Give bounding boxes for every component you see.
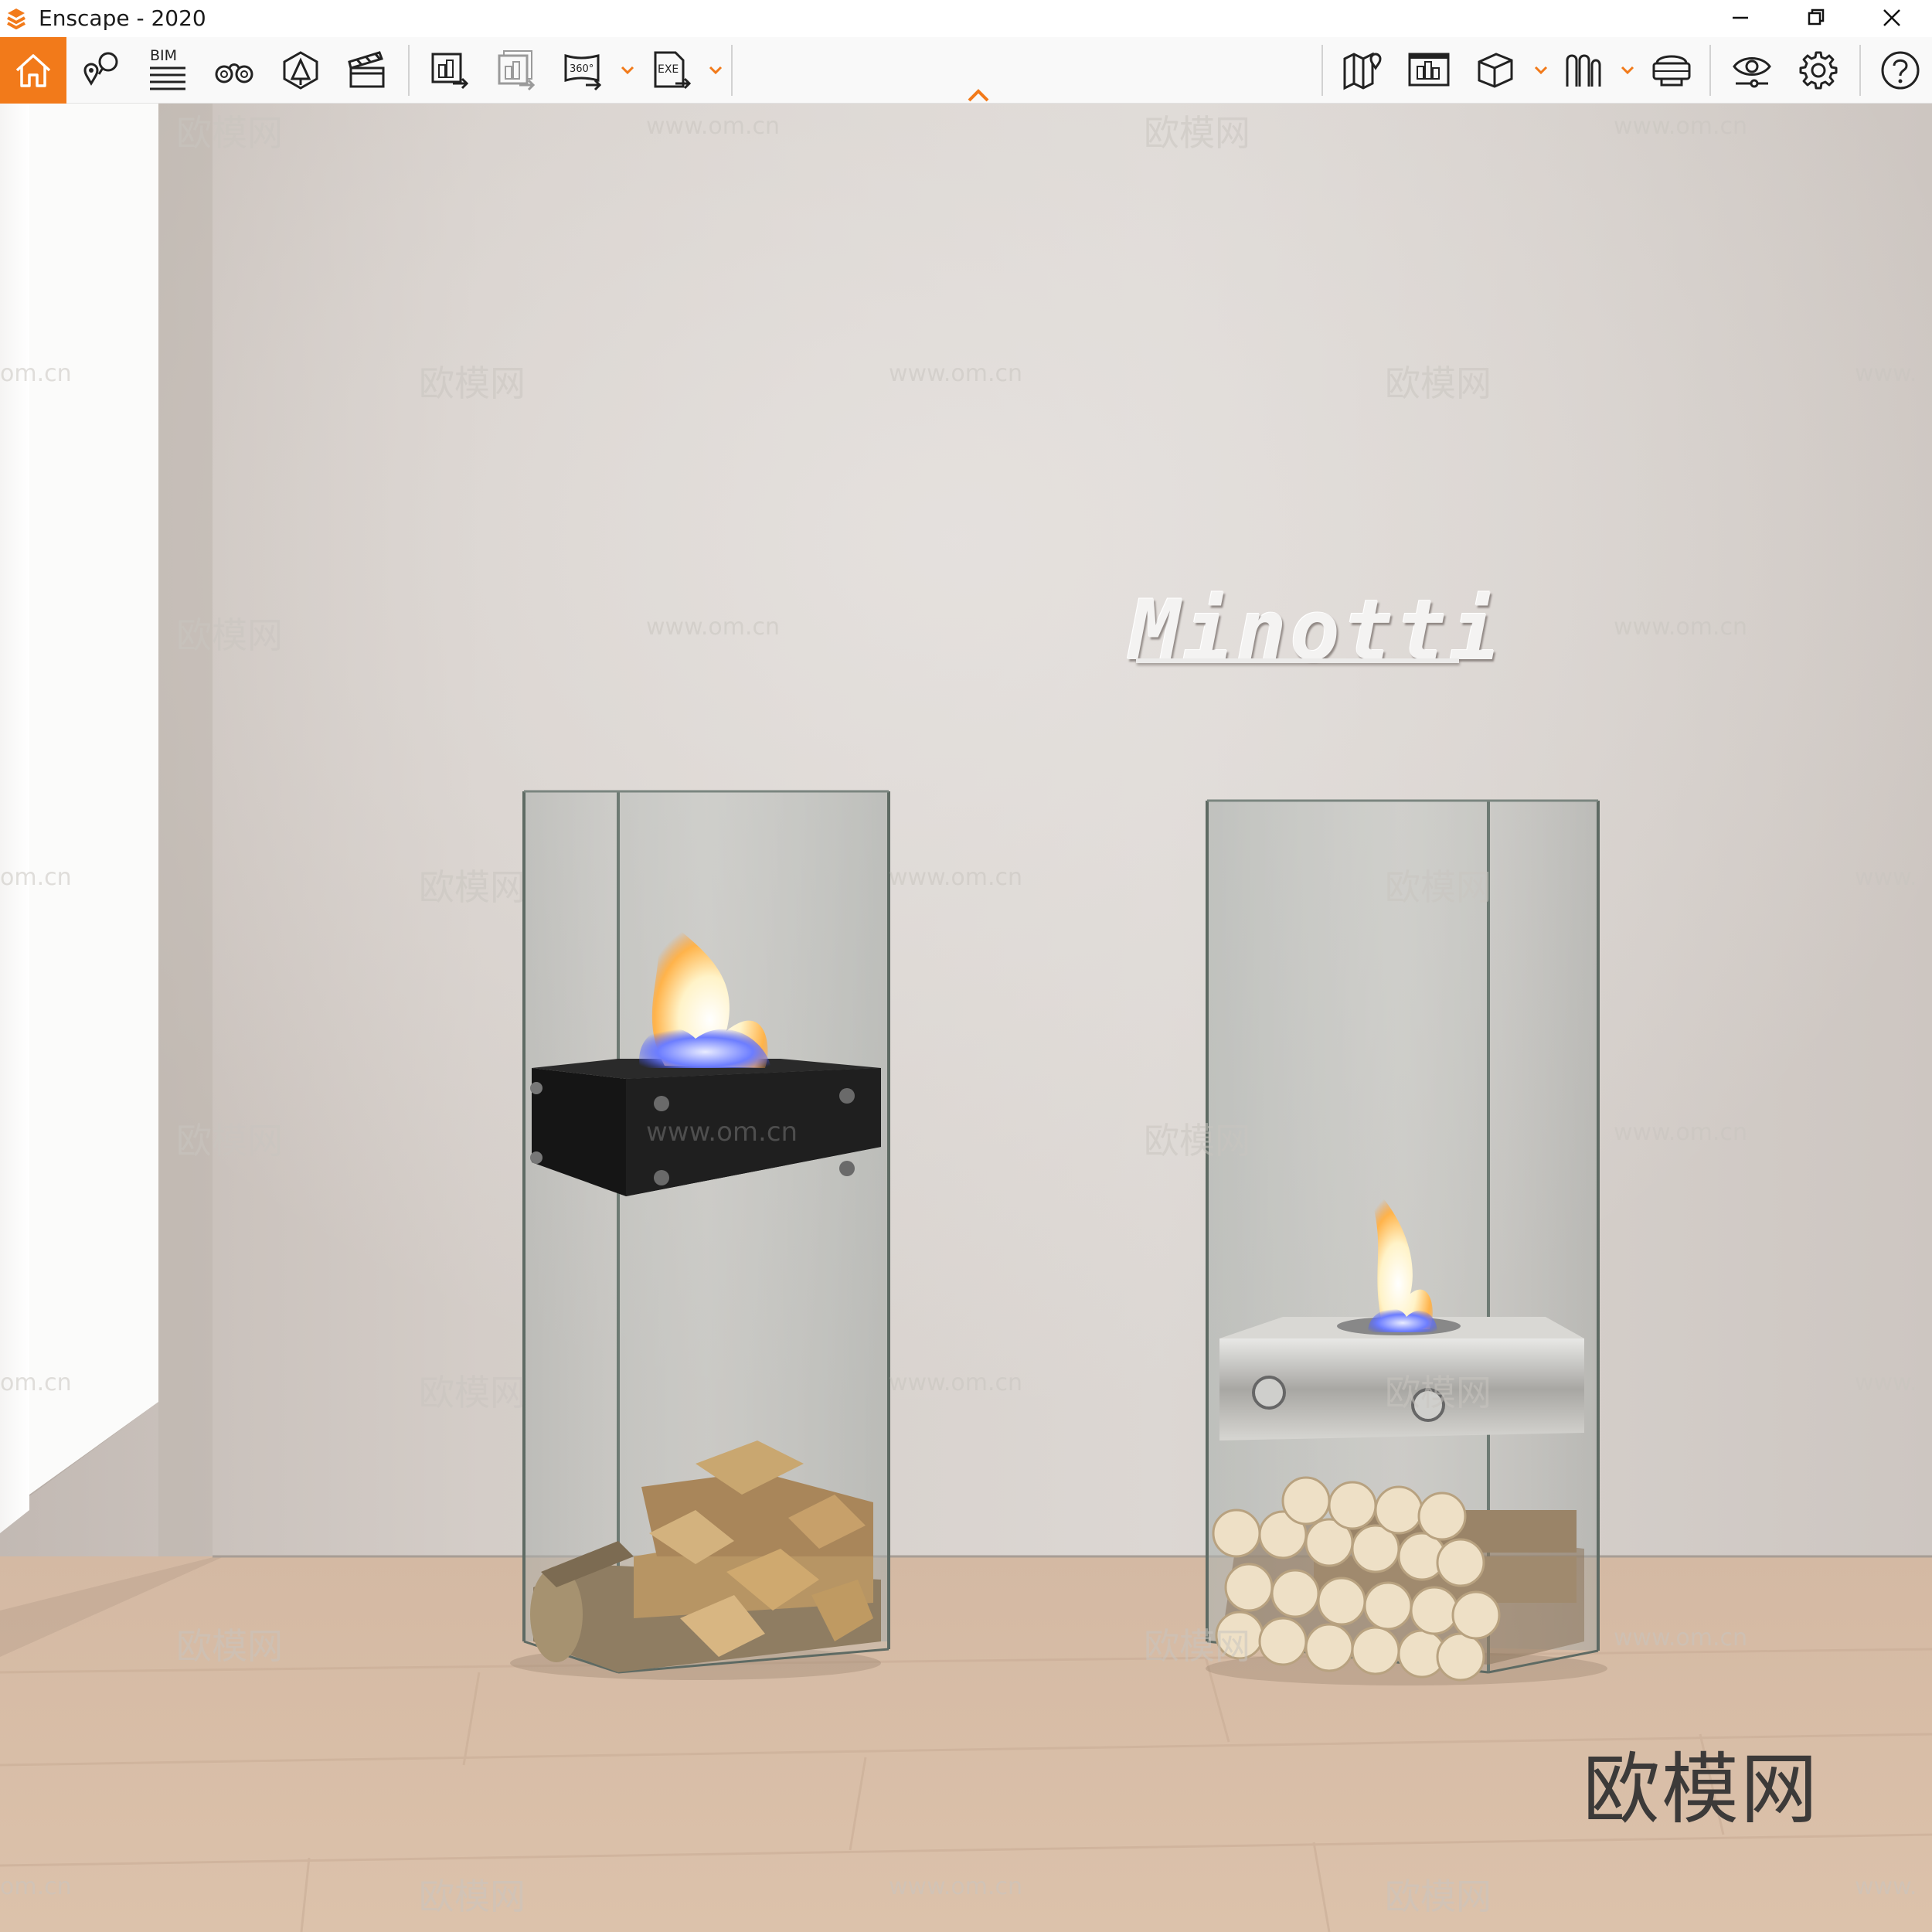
fireplace-plate-watermark: www.om.cn (646, 1117, 798, 1148)
export-image-icon (431, 53, 469, 90)
watermark: www.om.cn (889, 360, 1023, 387)
watermark: 欧模网 (1385, 866, 1492, 908)
watermark: www.om.cn (889, 1873, 1023, 1900)
chevron-down-icon[interactable] (618, 60, 637, 79)
corner-watermark: 欧模网 (1583, 1744, 1819, 1835)
enscape-logo-icon (7, 9, 26, 29)
toolbar-separator (731, 45, 733, 96)
asset-library-button[interactable] (267, 37, 334, 104)
watermark: www.om.cn (889, 864, 1023, 891)
minimize-icon (1733, 16, 1748, 19)
clapperboard-icon (348, 51, 385, 88)
watermark: www.om.cn (1614, 614, 1748, 641)
watermark: www.om.cn (889, 1369, 1023, 1396)
watermark: 欧模网 (1144, 112, 1250, 154)
map-button[interactable] (1329, 37, 1396, 104)
panorama-gallery-button[interactable] (1396, 37, 1462, 104)
walk-mode-button[interactable] (201, 37, 267, 104)
section-icon (1566, 54, 1601, 87)
watermark: 欧模网 (419, 362, 526, 404)
close-icon (1883, 9, 1900, 26)
binoculars-icon (215, 63, 253, 83)
toolbar-separator (1709, 45, 1711, 96)
watermark: 欧模网 (1385, 1876, 1492, 1917)
gallery-icon (1408, 53, 1450, 87)
main-toolbar: BIM 360° EXE (0, 37, 1932, 104)
watermark: 欧模网 (419, 1876, 526, 1917)
bim-list-icon: BIM (150, 49, 185, 90)
watermark: 欧模网 (176, 112, 283, 154)
window-title: Enscape - 2020 (39, 5, 206, 31)
watermark: 欧模网 (176, 614, 283, 656)
watermark: www.om.cn (1614, 1119, 1748, 1146)
watermark: 欧模网 (176, 1625, 283, 1667)
gear-icon (1799, 51, 1838, 90)
chevron-down-icon[interactable] (1618, 60, 1637, 79)
chevron-down-icon[interactable] (706, 60, 725, 79)
eye-icon (1733, 57, 1771, 88)
watermark: www. (1855, 1873, 1917, 1900)
watermark: 欧模网 (176, 1120, 283, 1162)
asset-library-icon (283, 51, 318, 90)
watermark: 欧模网 (1144, 1625, 1250, 1667)
watermark: om.cn (0, 1873, 72, 1900)
watermark: www.om.cn (1614, 1624, 1748, 1651)
watermark: 欧模网 (419, 1372, 526, 1413)
video-editor-button[interactable] (334, 37, 400, 104)
exe-export-icon: EXE (654, 51, 692, 90)
watermark: www. (1855, 864, 1917, 891)
settings-button[interactable] (1785, 37, 1852, 104)
watermark: www.om.cn (646, 113, 781, 140)
map-icon (1343, 52, 1382, 90)
render-viewport[interactable]: www. om.cn Minotti 欧模网 www.om.cn 欧模网 www.… (0, 104, 1932, 1932)
export-image-button[interactable] (417, 37, 484, 104)
right-glass-fireplace (1206, 799, 1607, 1685)
wall-brand-sign: Minotti (1130, 583, 1504, 679)
watermark: 欧模网 (1144, 1120, 1250, 1162)
left-glass-fireplace: www.om.cn (510, 790, 890, 1680)
watermark: 欧模网 (419, 866, 526, 908)
watermark: om.cn (0, 360, 72, 387)
watermark: 欧模网 (1385, 362, 1492, 404)
title-bar: Enscape - 2020 (0, 0, 1932, 37)
toolbar-separator (1859, 45, 1861, 96)
cube-icon (1478, 53, 1513, 88)
panorama-360-icon: 360° (564, 54, 602, 91)
vr-headset-button[interactable] (1638, 37, 1705, 104)
bim-label: BIM (150, 49, 177, 64)
location-pins-icon (83, 52, 118, 86)
watermark: om.cn (0, 1369, 72, 1396)
vr-headset-icon (1652, 55, 1691, 87)
watermark: 欧模网 (1385, 1372, 1492, 1413)
chevron-down-icon[interactable] (1532, 60, 1550, 79)
toolbar-separator (408, 45, 410, 96)
views-cube-button[interactable] (1462, 37, 1529, 104)
watermark: www. (1855, 1369, 1917, 1396)
section-button[interactable] (1550, 37, 1617, 104)
restore-button[interactable] (1779, 0, 1853, 36)
views-button[interactable] (68, 37, 134, 104)
visual-settings-button[interactable] (1719, 37, 1785, 104)
watermark: www. (1855, 360, 1917, 387)
panorama-label: 360° (570, 63, 594, 75)
batch-export-icon (498, 50, 536, 91)
watermark: www.om.cn (1614, 113, 1748, 140)
watermark: om.cn (0, 864, 72, 891)
watermark: www.om.cn (646, 614, 781, 641)
home-button[interactable] (0, 37, 66, 104)
batch-export-button[interactable] (484, 37, 550, 104)
wall-sign-underline (1136, 658, 1459, 663)
home-icon (15, 54, 51, 87)
close-button[interactable] (1855, 0, 1929, 36)
restore-icon (1808, 9, 1825, 26)
exe-label: EXE (658, 63, 679, 76)
export-exe-button[interactable]: EXE (640, 37, 706, 104)
toolbar-separator (1321, 45, 1323, 96)
export-panorama-button[interactable]: 360° (550, 37, 617, 104)
help-button[interactable] (1867, 37, 1932, 104)
bim-button[interactable]: BIM (134, 37, 201, 104)
help-icon (1881, 51, 1920, 90)
minimize-button[interactable] (1703, 0, 1777, 36)
